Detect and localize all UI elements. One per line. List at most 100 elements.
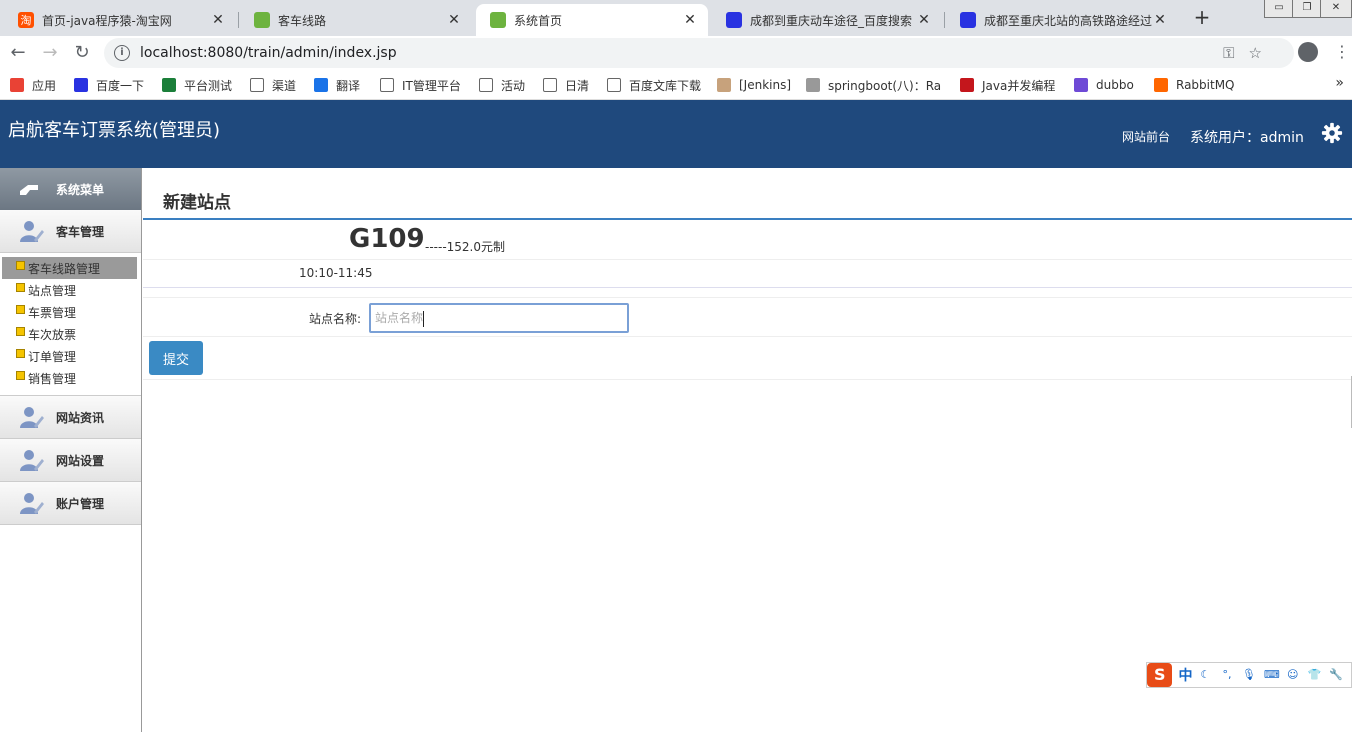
skin-shirt-icon[interactable]: 👕 bbox=[1308, 669, 1322, 681]
forward-icon[interactable]: → bbox=[38, 41, 62, 65]
new-tab-button[interactable]: + bbox=[1190, 6, 1214, 30]
bookmark-item[interactable]: RabbitMQ bbox=[1154, 76, 1235, 94]
bookmark-item[interactable]: 平台测试 bbox=[162, 76, 232, 94]
bookmark-icon bbox=[380, 78, 394, 92]
tab-close-icon[interactable]: ✕ bbox=[916, 12, 932, 28]
bookmark-item[interactable]: 百度文库下载 bbox=[607, 76, 701, 94]
bookmark-item[interactable]: Java并发编程 bbox=[960, 76, 1055, 94]
url-field[interactable]: i localhost:8080/train/admin/index.jsp ⚿… bbox=[104, 38, 1294, 68]
wrench-icon[interactable]: 🔧 bbox=[1329, 669, 1343, 681]
sidebar-menu-header: 系统菜单 bbox=[0, 168, 141, 210]
tab-favicon-icon: 淘 bbox=[18, 12, 34, 28]
back-icon[interactable]: ← bbox=[6, 41, 30, 65]
submit-button[interactable]: 提交 bbox=[149, 341, 203, 375]
tab-close-icon[interactable]: ✕ bbox=[1152, 12, 1168, 28]
bookmark-item[interactable]: 活动 bbox=[479, 76, 525, 94]
website-front-link[interactable]: 网站前台 bbox=[1122, 128, 1170, 145]
bookmark-label: RabbitMQ bbox=[1176, 78, 1235, 92]
user-icon[interactable]: ☺ bbox=[1286, 669, 1300, 681]
bookmark-label: 翻译 bbox=[336, 78, 361, 93]
sidebar-group[interactable]: 客车管理 bbox=[0, 210, 141, 253]
settings-gear-icon[interactable] bbox=[1321, 122, 1343, 144]
microphone-icon[interactable]: 🎙 bbox=[1242, 669, 1256, 681]
minimize-button[interactable]: ▭ bbox=[1264, 0, 1294, 18]
ime-mode-toggle[interactable]: 中 bbox=[1178, 665, 1192, 685]
app-title: 启航客车订票系统(管理员) bbox=[8, 120, 221, 141]
browser-tab[interactable]: 系统首页 ✕ bbox=[476, 4, 708, 36]
tab-title: 客车线路 bbox=[278, 13, 327, 28]
reload-icon[interactable]: ↻ bbox=[70, 41, 94, 65]
browser-tab[interactable]: 淘首页-java程序猿-淘宝网 ✕ bbox=[4, 4, 236, 36]
bookmarks-bar: 应用 百度一下 平台测试 渠道 翻译 IT管理平台 活动 日清 百度文库下载 [Jenkins] s… bbox=[0, 69, 1352, 100]
sidebar-subitem[interactable]: 车次放票 bbox=[0, 323, 141, 345]
bookmark-item[interactable]: dubbo bbox=[1074, 76, 1134, 94]
key-star-icons[interactable]: ⚿☆ bbox=[1223, 44, 1276, 62]
sidebar-group[interactable]: 网站资讯 bbox=[0, 396, 141, 439]
sidebar-subitem[interactable]: 订单管理 bbox=[0, 345, 141, 367]
station-name-label: 站点名称: bbox=[309, 312, 362, 326]
browser-menu-icon[interactable]: ⋮ bbox=[1334, 42, 1350, 61]
bookmark-item[interactable]: 渠道 bbox=[250, 76, 296, 94]
time-row: 10:10-11:45 bbox=[143, 260, 1352, 288]
bookmark-icon bbox=[607, 78, 621, 92]
sogou-logo-icon[interactable]: S bbox=[1147, 663, 1173, 687]
sidebar-subitem-label: 订单管理 bbox=[28, 349, 77, 364]
bookmark-label: 日清 bbox=[565, 78, 590, 93]
bookmark-item[interactable]: springboot(八)：Ra bbox=[806, 76, 941, 94]
sidebar-group-label: 客车管理 bbox=[56, 224, 105, 239]
sidebar-subitem[interactable]: 站点管理 bbox=[0, 279, 141, 301]
tab-close-icon[interactable]: ✕ bbox=[682, 12, 698, 28]
bookmark-label: Java并发编程 bbox=[982, 78, 1056, 93]
moon-icon[interactable]: ☾ bbox=[1198, 669, 1212, 681]
text-cursor-icon bbox=[423, 311, 424, 327]
browser-tab[interactable]: 成都至重庆北站的高铁路途经过 ✕ bbox=[946, 4, 1178, 36]
sidebar-group[interactable]: 网站设置 bbox=[0, 439, 141, 482]
yellow-square-icon bbox=[16, 370, 25, 380]
station-name-input[interactable] bbox=[369, 303, 629, 333]
tab-close-icon[interactable]: ✕ bbox=[210, 12, 226, 28]
tab-title: 首页-java程序猿-淘宝网 bbox=[42, 13, 172, 28]
profile-avatar-icon[interactable] bbox=[1298, 42, 1318, 62]
sidebar: 系统菜单 客车管理客车线路管理 站点管理车票管理车次放票订单管理销售管理网站资讯网… bbox=[0, 168, 142, 732]
yellow-square-icon bbox=[16, 282, 25, 292]
bookmark-icon bbox=[543, 78, 557, 92]
bookmark-item[interactable]: [Jenkins] bbox=[717, 76, 791, 94]
sidebar-group-label: 账户管理 bbox=[56, 496, 105, 511]
bookmark-item[interactable]: 翻译 bbox=[314, 76, 360, 94]
sidebar-subitem[interactable]: 销售管理 bbox=[0, 367, 141, 389]
user-group-icon bbox=[18, 490, 44, 516]
page-header: 新建站点 bbox=[143, 168, 1352, 220]
bookmark-label: 百度一下 bbox=[96, 78, 145, 93]
sidebar-group[interactable]: 账户管理 bbox=[0, 482, 141, 525]
yellow-square-icon bbox=[16, 260, 25, 270]
sidebar-subitem[interactable]: 客车线路管理 bbox=[2, 257, 137, 279]
train-price: -----152.0元制 bbox=[425, 240, 506, 254]
bookmarks-overflow-icon[interactable]: » bbox=[1335, 75, 1344, 91]
bookmark-item[interactable]: IT管理平台 bbox=[380, 76, 461, 94]
menu-hand-icon bbox=[20, 185, 38, 195]
browser-tab[interactable]: 客车线路 ✕ bbox=[240, 4, 472, 36]
browser-tab[interactable]: 成都到重庆动车途径_百度搜索 ✕ bbox=[712, 4, 942, 36]
tab-close-icon[interactable]: ✕ bbox=[446, 12, 462, 28]
sidebar-subitem-label: 销售管理 bbox=[28, 371, 77, 386]
close-window-button[interactable]: ✕ bbox=[1320, 0, 1352, 18]
browser-tab-bar: 淘首页-java程序猿-淘宝网 ✕ 客车线路 ✕ 系统首页 ✕ 成都到重庆动车途径_百度搜索… bbox=[0, 0, 1352, 36]
train-time-range: 10:10-11:45 bbox=[299, 266, 373, 280]
sidebar-subitem[interactable]: 车票管理 bbox=[0, 301, 141, 323]
yellow-square-icon bbox=[16, 348, 25, 358]
bookmark-item[interactable]: 应用 bbox=[10, 76, 56, 94]
sidebar-subitem-label: 车票管理 bbox=[28, 305, 77, 320]
bookmark-icon bbox=[960, 78, 974, 92]
site-info-icon[interactable]: i bbox=[114, 45, 130, 61]
bookmark-icon bbox=[250, 78, 264, 92]
sidebar-group-label: 网站设置 bbox=[56, 453, 105, 468]
restore-button[interactable]: ❐ bbox=[1292, 0, 1322, 18]
sidebar-menu-title: 系统菜单 bbox=[56, 182, 105, 197]
bookmark-item[interactable]: 百度一下 bbox=[74, 76, 144, 94]
punctuation-icon[interactable]: °, bbox=[1220, 669, 1234, 681]
bookmark-label: 平台测试 bbox=[184, 78, 233, 93]
bookmark-item[interactable]: 日清 bbox=[543, 76, 589, 94]
tab-separator bbox=[238, 12, 239, 28]
bookmark-icon bbox=[1074, 78, 1088, 92]
keyboard-icon[interactable]: ⌨ bbox=[1264, 669, 1280, 681]
